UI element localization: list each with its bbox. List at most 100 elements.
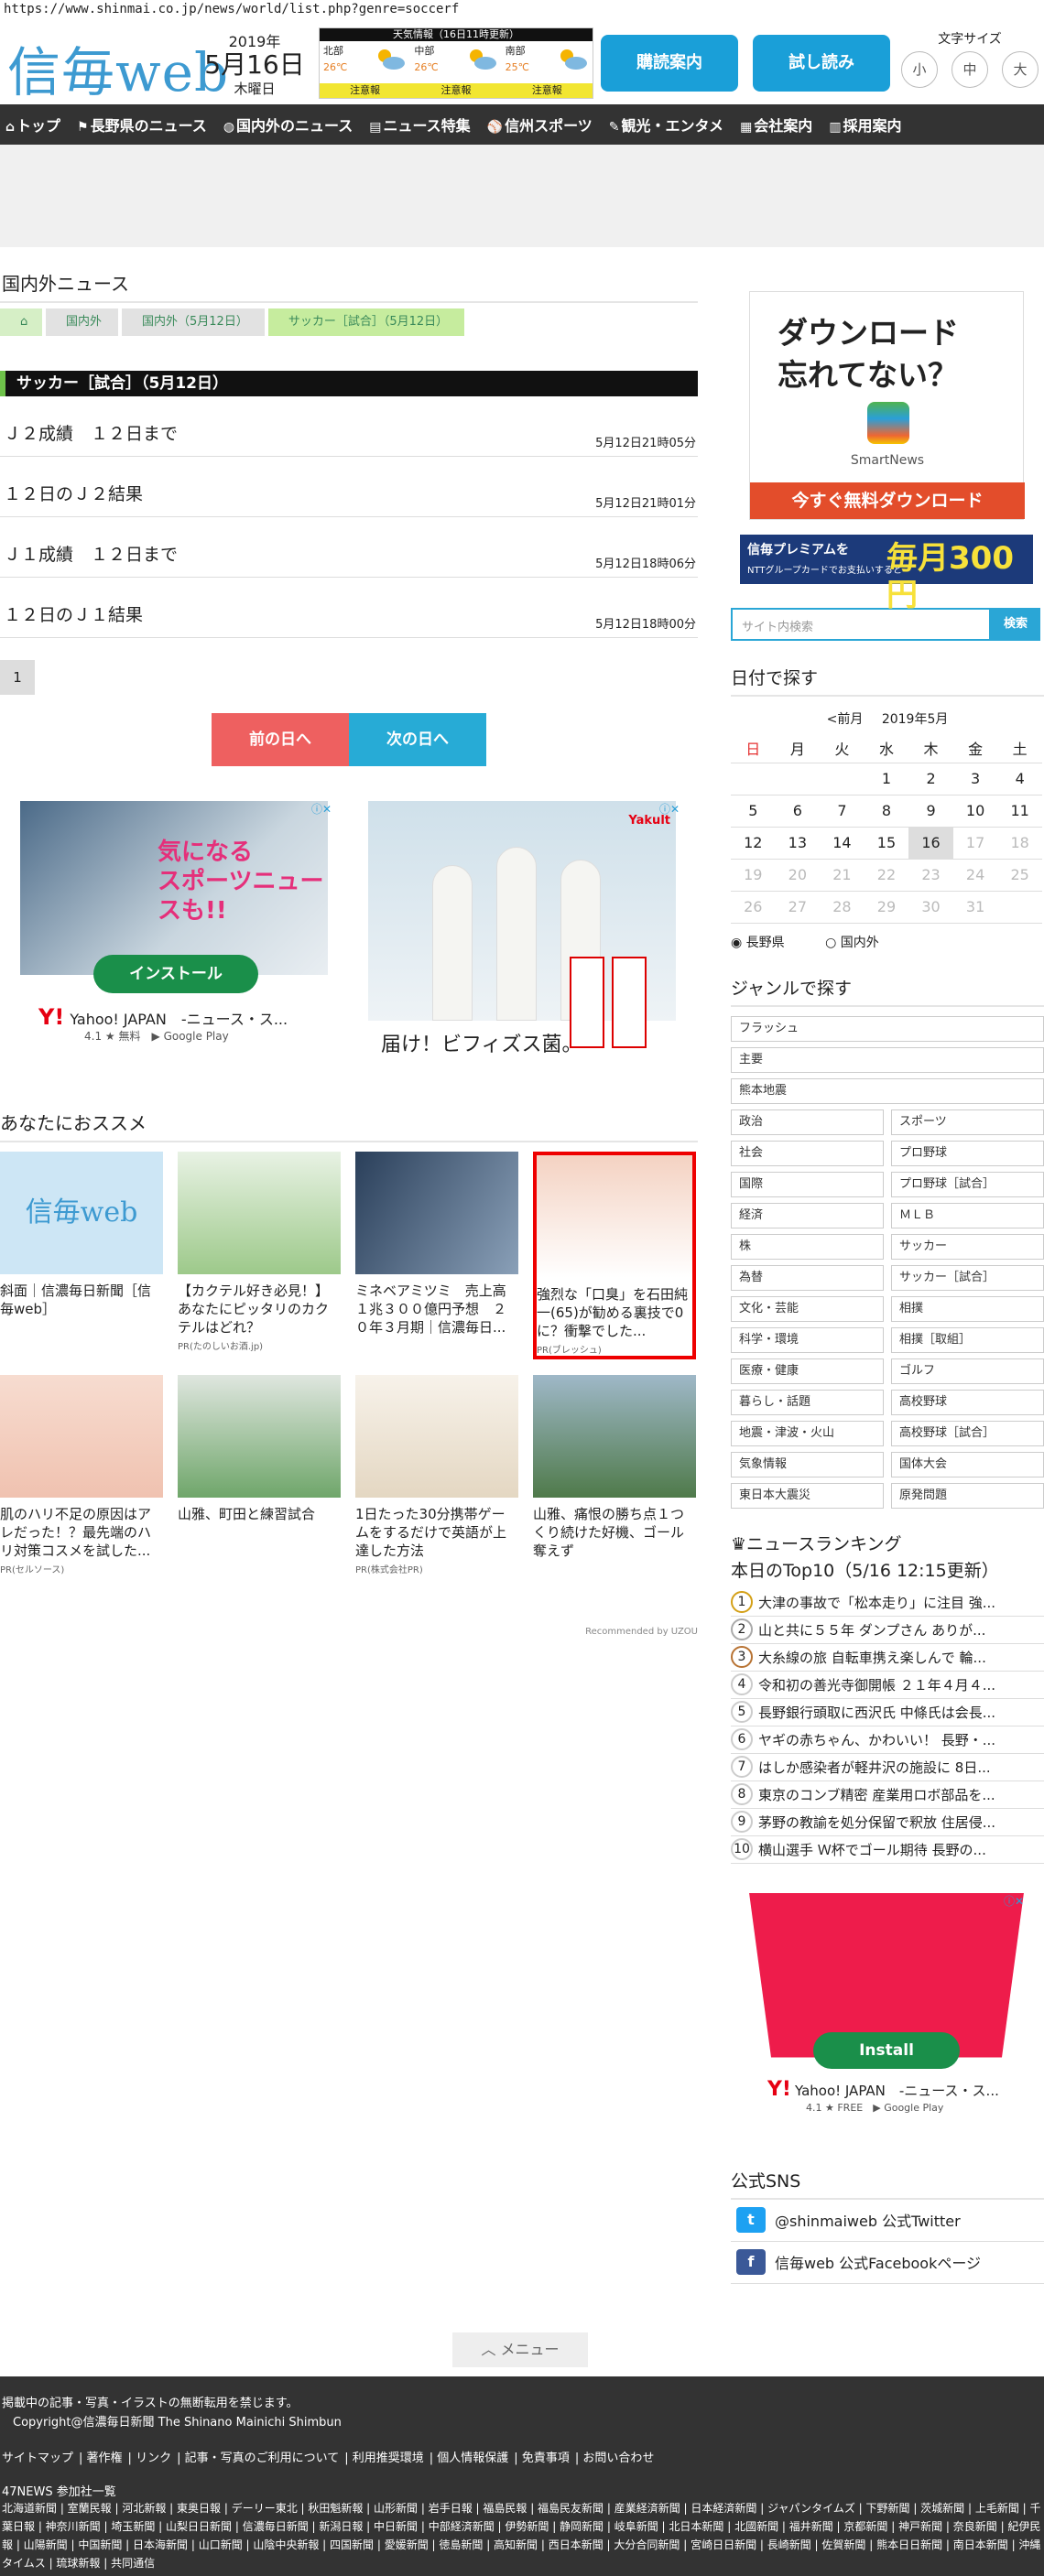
genre-item[interactable]: 高校野球［試合］ xyxy=(891,1420,1044,1446)
nav-item-nagano[interactable]: ⚑ 長野県のニュース xyxy=(77,114,207,135)
genre-item[interactable]: 気象情報 xyxy=(731,1451,884,1477)
recommend-card[interactable]: 山雅、痛恨の勝ち点１つくり続けた好機、ゴール奪えず xyxy=(533,1375,696,1560)
url-bar[interactable]: https://www.shinmai.co.jp/news/world/lis… xyxy=(4,2,459,16)
calendar-day[interactable]: 11 xyxy=(997,795,1042,828)
site-logo[interactable]: 信毎web xyxy=(7,29,229,106)
facebook-link[interactable]: f 信毎web 公式Facebookページ xyxy=(731,2242,1044,2284)
genre-item[interactable]: 東日本大震災 xyxy=(731,1482,884,1509)
footer-link[interactable]: リンク xyxy=(136,2452,171,2465)
calendar-day[interactable]: 5 xyxy=(731,795,776,828)
ranking-item[interactable]: 5 長野銀行頭取に西沢氏 中條氏は会長... xyxy=(731,1699,1044,1726)
ranking-item[interactable]: 8 東京のコンブ精密 産業用ロボ部品を... xyxy=(731,1781,1044,1809)
calendar-day[interactable]: 10 xyxy=(952,795,998,828)
pagination-page[interactable]: 1 xyxy=(0,660,35,695)
ranking-item[interactable]: 3 大糸線の旅 自転車携え楽しんで 輪... xyxy=(731,1644,1044,1672)
article-row[interactable]: Ｊ１成績 １２日まで 5月12日18時06分 xyxy=(0,517,698,578)
genre-item[interactable]: 熊本地震 xyxy=(731,1077,1044,1104)
yahoo-app-ad[interactable]: 気になる スポーツニュースも!! ⓘ✕ インストール Y! Yahoo! JAPA… xyxy=(20,801,332,1066)
recommend-card[interactable]: 信毎web 斜面｜信濃毎日新聞［信毎web］ xyxy=(0,1152,163,1318)
ad-choices-icon[interactable]: ⓘ✕ xyxy=(311,801,332,817)
calendar-day[interactable]: 2 xyxy=(908,763,953,796)
breadcrumb-item[interactable]: 国内外（5月12日） xyxy=(122,308,265,336)
font-size-medium-button[interactable]: 中 xyxy=(952,51,988,88)
recommend-card[interactable]: 強烈な「口臭」を石田純一(65)が勧める裏技で0に？衝撃でした... PR(ブレ… xyxy=(533,1152,696,1359)
ad-choices-icon[interactable]: ⓘ✕ xyxy=(1004,1893,1024,1909)
nav-item-top[interactable]: ⌂ トップ xyxy=(5,114,60,135)
genre-item[interactable]: プロ野球 xyxy=(891,1140,1044,1166)
radio-nagano[interactable]: ◉ 長野県 xyxy=(731,936,803,950)
genre-item[interactable]: 科学・環境 xyxy=(731,1326,884,1353)
genre-item[interactable]: 高校野球 xyxy=(891,1389,1044,1415)
article-title[interactable]: １２日のＪ２結果 xyxy=(4,481,143,505)
article-title[interactable]: １２日のＪ１結果 xyxy=(4,601,143,626)
genre-item[interactable]: 相撲 xyxy=(891,1295,1044,1322)
nav-item-company[interactable]: ▦ 会社案内 xyxy=(740,114,812,135)
genre-item[interactable]: 経済 xyxy=(731,1202,884,1228)
subscribe-button[interactable]: 購読案内 xyxy=(601,35,738,92)
font-size-small-button[interactable]: 小 xyxy=(901,51,938,88)
calendar-day[interactable]: 1 xyxy=(864,763,909,796)
font-size-large-button[interactable]: 大 xyxy=(1002,51,1039,88)
calendar-day[interactable]: 7 xyxy=(820,795,865,828)
nav-item-tourism[interactable]: ✎ 観光・エンタメ xyxy=(609,114,723,135)
ranking-item[interactable]: 10 横山選手 Ｗ杯でゴール期待 長野の... xyxy=(731,1836,1044,1864)
calendar-day[interactable]: 14 xyxy=(820,827,865,860)
genre-item[interactable]: サッカー xyxy=(891,1233,1044,1260)
calendar-day[interactable]: 6 xyxy=(775,795,821,828)
recommend-card[interactable]: ミネベアミツミ 売上高１兆３００億円予想 ２０年３月期｜信濃毎日... xyxy=(355,1152,518,1337)
footer-link[interactable]: 著作権 xyxy=(87,2452,123,2465)
install-button[interactable]: Install xyxy=(813,2031,960,2069)
trial-button[interactable]: 試し読み xyxy=(753,35,890,92)
twitter-link[interactable]: t @shinmaiweb 公式Twitter xyxy=(731,2200,1044,2242)
recommend-card[interactable]: 山雅、町田と練習試合 xyxy=(178,1375,341,1523)
footer-link[interactable]: 利用推奨環境 xyxy=(353,2452,424,2465)
footer-link[interactable]: サイトマップ xyxy=(2,2452,73,2465)
footer-link[interactable]: 免責事項 xyxy=(522,2452,570,2465)
genre-item[interactable]: 社会 xyxy=(731,1140,884,1166)
breadcrumb-item[interactable]: 国内外 xyxy=(46,308,119,336)
footer-link[interactable]: お問い合わせ xyxy=(582,2452,654,2465)
next-day-button[interactable]: 次の日へ xyxy=(349,713,486,766)
genre-item[interactable]: スポーツ xyxy=(891,1109,1044,1135)
calendar-day-today[interactable]: 16 xyxy=(908,827,953,860)
calendar-day[interactable]: 13 xyxy=(775,827,821,860)
download-button[interactable]: 今すぐ無料ダウンロード xyxy=(750,482,1025,519)
article-title[interactable]: Ｊ２成績 １２日まで xyxy=(4,420,178,445)
install-button[interactable]: インストール xyxy=(93,955,258,993)
ranking-item[interactable]: 1 大津の事故で「松本走り」に注目 強... xyxy=(731,1589,1044,1617)
recommend-card[interactable]: 肌のハリ不足の原因はアレだった！？最先端のハリ対策コスメを試した... PR(セ… xyxy=(0,1375,163,1575)
calendar-day[interactable]: 12 xyxy=(731,827,776,860)
calendar-prev-month[interactable]: <前月 xyxy=(827,712,864,727)
ranking-item[interactable]: 7 はしか感染者が軽井沢の施設に 8日... xyxy=(731,1754,1044,1781)
genre-item[interactable]: 政治 xyxy=(731,1109,884,1135)
ranking-item[interactable]: 9 茅野の教諭を処分保留で釈放 住居侵... xyxy=(731,1809,1044,1836)
article-title[interactable]: Ｊ１成績 １２日まで xyxy=(4,541,178,566)
article-row[interactable]: １２日のＪ１結果 5月12日18時00分 xyxy=(0,578,698,638)
calendar-day[interactable]: 4 xyxy=(997,763,1042,796)
yahoo-sidebar-ad[interactable]: ⓘ✕ Install Y! Yahoo! JAPAN -ニュース・ス... 4.1… xyxy=(749,1892,1024,2122)
calendar-day[interactable]: 9 xyxy=(908,795,953,828)
genre-item[interactable]: 主要 xyxy=(731,1046,1044,1073)
genre-item[interactable]: 為替 xyxy=(731,1264,884,1291)
calendar-day[interactable]: 8 xyxy=(864,795,909,828)
breadcrumb-home[interactable]: ⌂ xyxy=(0,308,42,336)
footer-link[interactable]: 個人情報保護 xyxy=(437,2452,508,2465)
genre-item[interactable]: 地震・津波・火山 xyxy=(731,1420,884,1446)
genre-item[interactable]: 医療・健康 xyxy=(731,1358,884,1384)
recommend-card[interactable]: 【カクテル好き必見！】あなたにピッタリのカクテルはどれ？ PR(たのしいお酒.j… xyxy=(178,1152,341,1352)
recommend-card[interactable]: 1日たった30分携帯ゲームをするだけで英語が上達した方法 PR(株式会社PR) xyxy=(355,1375,518,1575)
partners-list[interactable]: 北海道新聞 | 室蘭民報 | 河北新報 | 東奥日報 | デーリー東北 | 秋田… xyxy=(2,2499,1042,2572)
radio-world[interactable]: ○ 国内外 xyxy=(825,936,897,950)
genre-item[interactable]: 国際 xyxy=(731,1171,884,1197)
genre-item[interactable]: プロ野球［試合］ xyxy=(891,1171,1044,1197)
calendar-day[interactable]: 15 xyxy=(864,827,909,860)
nav-item-recruit[interactable]: ▥ 採用案内 xyxy=(829,114,901,135)
ad-choices-icon[interactable]: ⓘ✕ xyxy=(659,801,680,817)
footer-link[interactable]: 記事・写真のご利用について xyxy=(185,2452,340,2465)
prev-day-button[interactable]: 前の日へ xyxy=(212,713,349,766)
weather-widget[interactable]: 天気情報（16日11時更新） 北部 26℃ 中部 26℃ 南部 25℃ 注意報 … xyxy=(319,27,593,99)
ranking-item[interactable]: 2 山と共に５５年 ダンプさん ありが... xyxy=(731,1617,1044,1644)
genre-item[interactable]: 株 xyxy=(731,1233,884,1260)
article-row[interactable]: Ｊ２成績 １２日まで 5月12日21時05分 xyxy=(0,396,698,457)
calendar-day[interactable]: 3 xyxy=(952,763,998,796)
